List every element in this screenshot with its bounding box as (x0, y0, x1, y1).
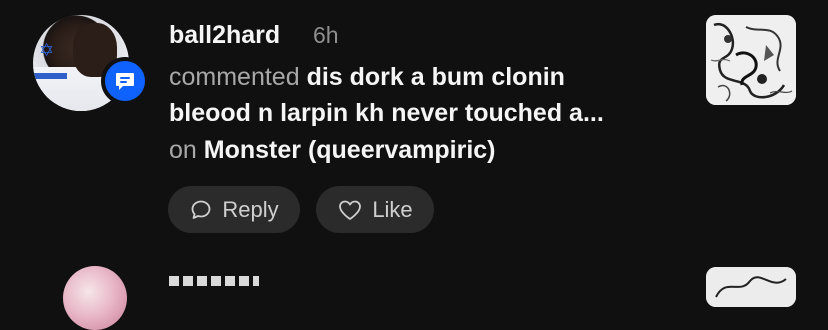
avatar-container[interactable]: ✡ (33, 15, 149, 111)
action-text: commented (169, 63, 300, 91)
comment-icon (116, 73, 134, 90)
like-button[interactable]: Like (316, 186, 434, 233)
comment-line-1[interactable]: commented dis dork a bum clonin (169, 62, 565, 92)
timestamp: 6h (313, 22, 339, 48)
post-title[interactable]: Monster (queervampiric) (204, 136, 496, 164)
reply-label: Reply (222, 196, 279, 222)
comment-line-2[interactable]: bleood n larpin kh never touched a... (169, 98, 604, 128)
comment-badge (101, 57, 149, 105)
comment-text-1: dis dork a bum clonin (306, 63, 565, 91)
comment-text-2: bleood n larpin kh never touched a... (169, 99, 604, 127)
next-artwork-thumbnail (706, 267, 796, 307)
like-label: Like (372, 196, 413, 222)
on-label: on (169, 136, 197, 164)
artwork-thumbnail (706, 15, 796, 105)
post-reference[interactable]: on Monster (queervampiric) (169, 135, 496, 165)
star-of-david-icon: ✡ (39, 40, 55, 60)
notification-item[interactable]: ✡ ball2hard 6h commented dis dork a bum … (0, 0, 828, 260)
reply-bubble-icon (191, 200, 211, 219)
next-item-thumbnail[interactable] (706, 267, 796, 307)
heart-icon (339, 200, 362, 220)
avatar-stripe (33, 73, 67, 79)
username[interactable]: ball2hard (169, 21, 280, 50)
post-thumbnail[interactable] (706, 15, 796, 105)
reply-button[interactable]: Reply (168, 186, 300, 233)
next-item-avatar[interactable] (63, 266, 127, 330)
